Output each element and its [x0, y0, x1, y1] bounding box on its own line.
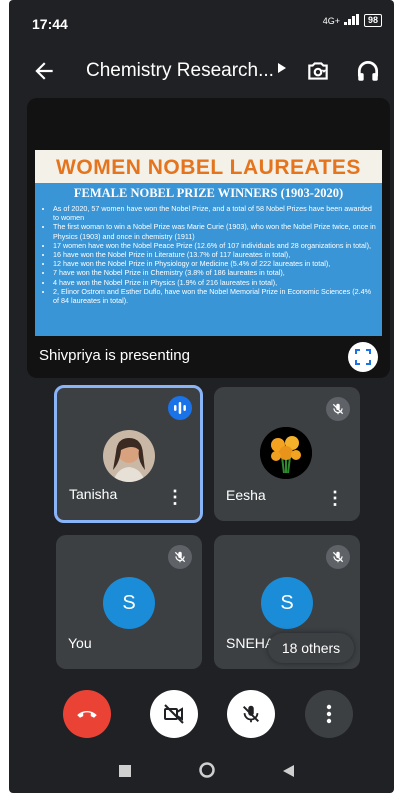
app-bar: Chemistry Research...	[9, 52, 394, 92]
slide-subtitle: FEMALE NOBEL PRIZE WINNERS (1903-2020)	[73, 186, 344, 200]
meeting-title[interactable]: Chemistry Research...	[86, 60, 274, 82]
participant-name: SNEHA	[226, 635, 275, 651]
system-icons: 4G+ 98	[323, 14, 382, 27]
mic-off-icon	[168, 545, 192, 569]
mic-off-icon	[326, 545, 350, 569]
status-bar: 17:44 4G+ 98	[9, 0, 394, 40]
more-options-icon[interactable]: ⋮	[166, 488, 184, 506]
title-expand-icon[interactable]	[277, 62, 287, 77]
slide-bullet: As of 2020, 57 women have won the Nobel …	[53, 204, 378, 222]
fullscreen-button[interactable]	[348, 342, 378, 372]
participant-name: Eesha	[226, 487, 266, 503]
home-icon[interactable]	[199, 762, 215, 783]
slide-bullet: The first woman to win a Nobel Prize was…	[53, 222, 378, 240]
microphone-toggle-button[interactable]	[227, 690, 275, 738]
slide-bullet: 4 have won the Nobel Prize in Physics (1…	[53, 278, 378, 287]
slide-bullet: 16 have won the Nobel Prize in Literatur…	[53, 250, 378, 259]
slide-bullets: As of 2020, 57 women have won the Nobel …	[49, 204, 378, 305]
fullscreen-icon	[355, 349, 371, 365]
battery-icon: 98	[363, 14, 382, 27]
mic-off-icon	[326, 397, 350, 421]
hang-up-icon	[77, 711, 97, 718]
switch-camera-icon[interactable]	[305, 58, 331, 89]
participant-tile-eesha[interactable]: Eesha ⋮	[214, 387, 360, 521]
camera-toggle-button[interactable]	[150, 690, 198, 738]
slide-bullet: 2, Elinor Ostrom and Esther Duflo, have …	[53, 287, 378, 305]
slide-body: FEMALE NOBEL PRIZE WINNERS (1903-2020) A…	[35, 183, 382, 336]
slide-bullet: 12 have won the Nobel Prize in Physiolog…	[53, 259, 378, 268]
network-label: 4G+	[322, 15, 340, 26]
more-options-button[interactable]	[305, 690, 353, 738]
slide-bullet: 7 have won the Nobel Prize in Chemistry …	[53, 268, 378, 277]
headphones-icon[interactable]	[355, 58, 381, 89]
more-vert-icon	[326, 704, 332, 724]
participant-name: Tanisha	[69, 486, 118, 502]
avatar	[103, 430, 155, 482]
back-nav-icon[interactable]	[283, 764, 295, 782]
avatar: S	[103, 577, 155, 629]
status-time: 17:44	[32, 16, 68, 32]
end-call-button[interactable]	[63, 690, 111, 738]
presented-slide: WOMEN NOBEL LAUREATES FEMALE NOBEL PRIZE…	[35, 150, 382, 336]
others-button[interactable]: 18 others	[268, 633, 354, 663]
avatar	[260, 427, 312, 479]
speaking-indicator-icon	[168, 396, 192, 420]
presenter-label: Shivpriya is presenting	[39, 347, 190, 364]
video-off-icon	[164, 704, 184, 724]
slide-bullet: 17 women have won the Nobel Peace Prize …	[53, 241, 378, 250]
avatar: S	[261, 577, 313, 629]
recents-icon[interactable]	[119, 764, 131, 782]
participant-tile-tanisha[interactable]: Tanisha ⋮	[54, 385, 203, 523]
slide-title: WOMEN NOBEL LAUREATES	[56, 156, 361, 179]
mic-off-icon	[242, 705, 260, 723]
more-options-icon[interactable]: ⋮	[326, 489, 344, 507]
signal-icon	[343, 14, 360, 27]
participant-name: You	[68, 635, 92, 651]
presentation-tile[interactable]: WOMEN NOBEL LAUREATES FEMALE NOBEL PRIZE…	[27, 98, 390, 378]
meet-call-screen: 17:44 4G+ 98 Chemistry Research... WOMEN…	[9, 0, 394, 793]
participant-tile-you[interactable]: S You	[56, 535, 202, 669]
back-arrow-icon[interactable]	[31, 58, 57, 89]
